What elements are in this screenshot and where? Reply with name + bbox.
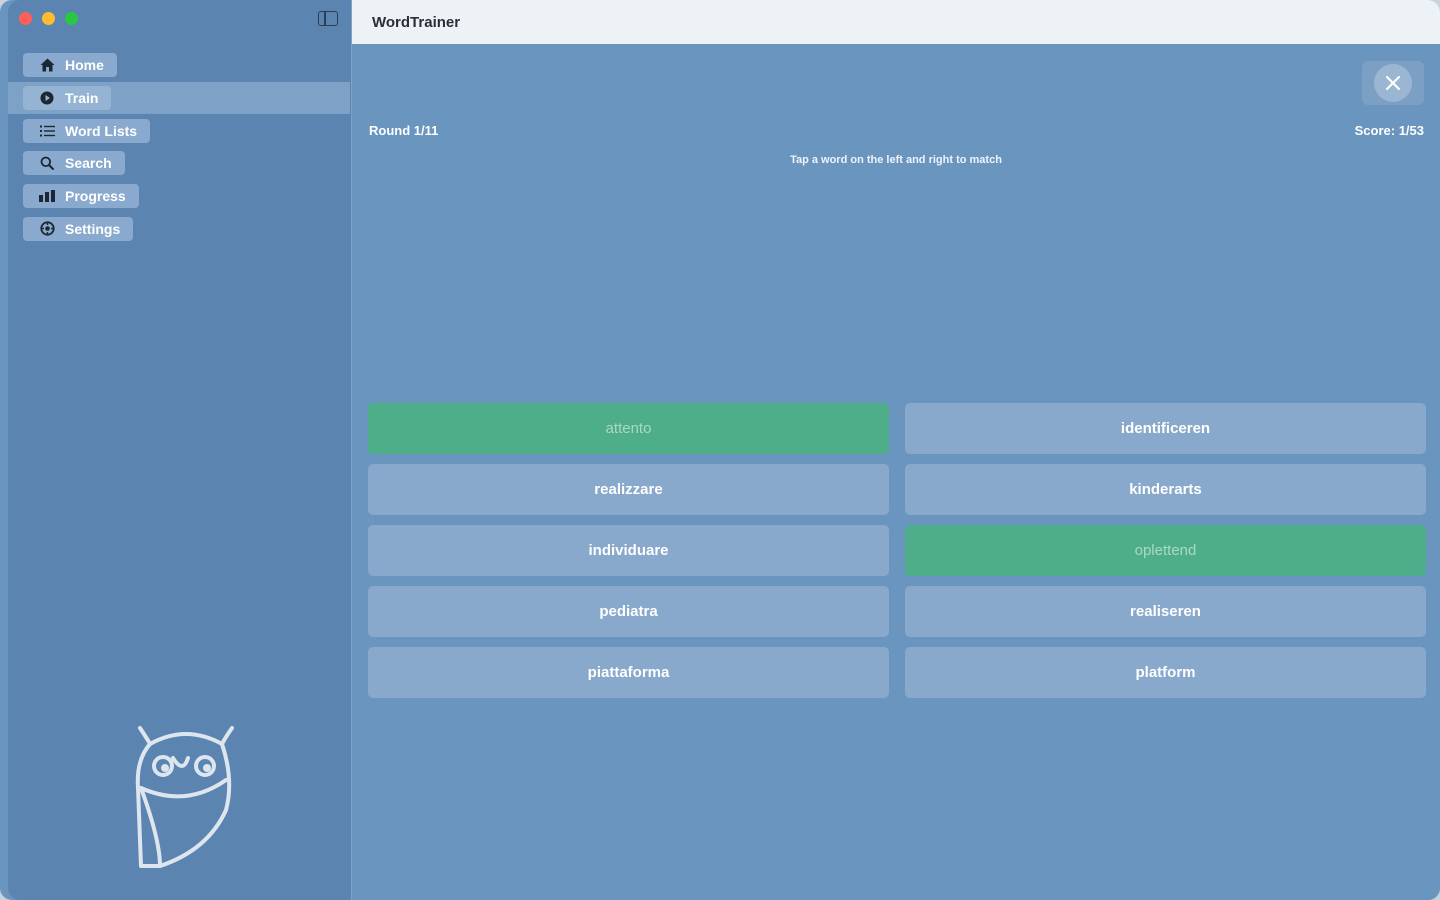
sidebar-item-word-lists[interactable]: Word Lists [8, 114, 350, 147]
sidebar-item-label: Settings [65, 220, 121, 237]
main-content: Round 1/11 Score: 1/53 Tap a word on the… [352, 44, 1440, 900]
sidebar-item-progress-pill[interactable]: Progress [23, 184, 139, 209]
sidebar-item-label: Progress [65, 188, 126, 205]
home-icon [39, 57, 55, 73]
sidebar-item-label: Word Lists [65, 122, 138, 139]
sidebar-toggle-icon[interactable] [318, 11, 338, 26]
sidebar-item-label: Search [65, 155, 112, 172]
right-word-button[interactable]: kinderarts [905, 464, 1426, 515]
sidebar-item-label: Home [65, 57, 104, 74]
sidebar-item-progress[interactable]: Progress [8, 180, 350, 213]
sidebar-item-train-pill[interactable]: Train [23, 86, 112, 111]
left-word-button[interactable]: realizzare [368, 464, 889, 515]
sidebar-item-settings[interactable]: Settings [8, 212, 350, 245]
word-match-grid: attento identificeren realizzare kindera… [368, 403, 1426, 698]
app-title: WordTrainer [372, 13, 461, 31]
score-counter: Score: 1/53 [1354, 123, 1424, 138]
sidebar-item-settings-pill[interactable]: Settings [23, 216, 134, 241]
sidebar-item-label: Train [65, 90, 99, 107]
round-counter: Round 1/11 [369, 123, 439, 138]
app-window: Home Train Word Lists Search Progress Se… [0, 0, 1440, 900]
sidebar: Home Train Word Lists Search Progress Se… [8, 0, 352, 900]
title-bar: WordTrainer [352, 0, 1440, 44]
play-icon [39, 90, 55, 106]
list-icon [39, 123, 55, 139]
right-word-button[interactable]: identificeren [905, 403, 1426, 454]
gear-icon [39, 221, 55, 237]
sidebar-item-home-pill[interactable]: Home [23, 53, 117, 78]
sidebar-nav: Home Train Word Lists Search Progress Se… [8, 49, 350, 245]
right-word-button[interactable]: oplettend [905, 525, 1426, 576]
left-word-button[interactable]: attento [368, 403, 889, 454]
close-session-button[interactable] [1362, 61, 1424, 105]
minimize-window-button[interactable] [42, 12, 55, 25]
zoom-window-button[interactable] [65, 12, 78, 25]
left-word-button[interactable]: individuare [368, 525, 889, 576]
instruction-text: Tap a word on the left and right to matc… [790, 154, 1002, 166]
sidebar-item-train[interactable]: Train [8, 81, 350, 115]
right-word-button[interactable]: realiseren [905, 586, 1426, 637]
sidebar-item-search[interactable]: Search [8, 147, 350, 180]
window-controls [19, 12, 78, 25]
left-word-button[interactable]: pediatra [368, 586, 889, 637]
bar-chart-icon [39, 188, 55, 204]
right-word-button[interactable]: platform [905, 647, 1426, 698]
close-circle[interactable] [1374, 64, 1412, 102]
left-word-button[interactable]: piattaforma [368, 647, 889, 698]
sidebar-item-home[interactable]: Home [8, 49, 350, 82]
close-window-button[interactable] [19, 12, 32, 25]
sidebar-item-word-lists-pill[interactable]: Word Lists [23, 118, 151, 143]
close-icon [1386, 76, 1400, 90]
search-icon [39, 155, 55, 171]
sidebar-item-search-pill[interactable]: Search [23, 151, 125, 176]
owl-logo [135, 726, 234, 868]
